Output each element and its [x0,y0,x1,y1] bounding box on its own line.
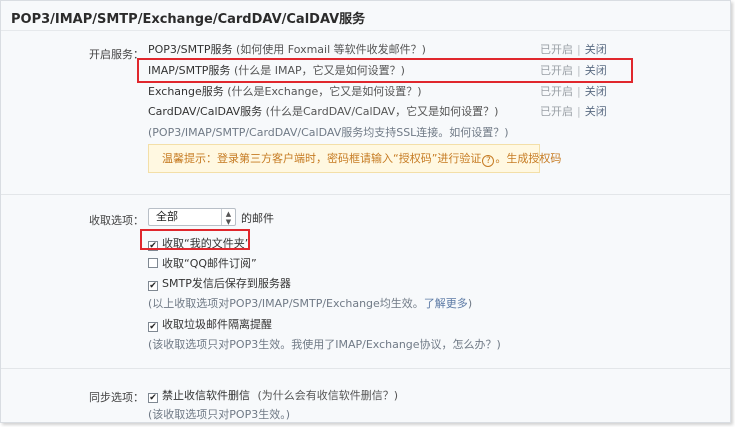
service-status: 已开启 | 关闭 [540,41,607,57]
select-arrows-icon: ▲ ▼ [221,209,235,226]
select-value: 全部 [156,210,178,223]
tip-period: 。 [495,152,507,165]
service-status: 已开启 | 关闭 [540,103,607,119]
select-suffix: 的邮件 [241,212,274,225]
services-label: 开启服务： [89,48,144,61]
tip-banner: 温馨提示：登录第三方客户端时，密码框请输入“授权码”进行验证? 。生成授权码 [148,144,561,173]
option-spam-reminder[interactable]: ✔ 收取垃圾邮件隔离提醒 [148,316,272,332]
sync-note: (该收取选项只对POP3生效。) [148,408,291,421]
service-row-pop3: POP3/SMTP服务 (如何使用 Foxmail 等软件收发邮件？) 已开启 |… [148,41,618,57]
receive-scope-select[interactable]: 全部 ▲ ▼ [148,208,236,226]
note-end: ) [467,297,473,310]
service-status: 已开启 | 关闭 [540,83,607,99]
status-enabled: 已开启 [540,105,573,118]
checkbox-checked-icon[interactable]: ✔ [148,393,158,403]
status-separator: | [577,105,581,118]
service-row-exchange: Exchange服务 (什么是Exchange，它又是如何设置？) 已开启 | 关闭 [148,83,618,99]
learn-more-link[interactable]: 了解更多 [424,297,468,310]
title-divider [1,30,730,31]
service-name: CardDAV/CalDAV服务 [148,105,263,118]
my-folders-highlight-box [140,229,250,250]
generate-auth-code-link[interactable]: 生成授权码 [506,152,561,165]
service-name: POP3/SMTP服务 [148,43,233,56]
status-enabled: 已开启 [540,85,573,98]
receive-note: (以上收取选项对POP3/IMAP/SMTP/Exchange均生效。了解更多) [148,295,472,311]
option-smtp-save[interactable]: ✔ SMTP发信后保存到服务器 [148,275,291,291]
option-qq-subscription[interactable]: 收取“QQ邮件订阅” [148,255,257,270]
receive-label: 收取选项： [89,214,144,227]
page-title: POP3/IMAP/SMTP/Exchange/CardDAV/CalDAV服务 [11,12,366,27]
option-label: 收取“QQ邮件订阅” [162,257,257,270]
service-name: Exchange服务 [148,85,224,98]
service-help-link[interactable]: (什么是CardDAV/CalDAV，它又是如何设置？) [266,105,499,118]
sync-label: 同步选项： [89,391,144,404]
option-label: 收取垃圾邮件隔离提醒 [162,318,272,331]
status-separator: | [577,85,581,98]
disable-button[interactable]: 关闭 [585,105,607,118]
checkbox-checked-icon[interactable]: ✔ [148,281,158,291]
status-separator: | [577,43,581,56]
service-help-link[interactable]: (如何使用 Foxmail 等软件收发邮件？) [236,43,426,56]
imap-highlight-box [137,58,633,83]
disable-button[interactable]: 关闭 [585,85,607,98]
checkbox-unchecked-icon[interactable] [148,258,158,268]
ssl-note[interactable]: (POP3/IMAP/SMTP/CardDAV/CalDAV服务均支持SSL连接… [148,124,509,140]
option-label: 禁止收信软件删信 [162,389,250,402]
service-help-link[interactable]: (什么是Exchange，它又是如何设置？) [227,85,421,98]
status-enabled: 已开启 [540,43,573,56]
section-divider [1,368,730,369]
service-row-carddav: CardDAV/CalDAV服务 (什么是CardDAV/CalDAV，它又是如… [148,103,618,119]
settings-panel: POP3/IMAP/SMTP/Exchange/CardDAV/CalDAV服务… [0,0,731,423]
note-text: (以上收取选项对POP3/IMAP/SMTP/Exchange均生效。 [148,297,424,310]
section-divider [1,194,730,195]
pop3-only-note[interactable]: (该收取选项只对POP3生效。我使用了IMAP/Exchange协议，怎么办？) [148,336,501,352]
option-label: SMTP发信后保存到服务器 [162,277,291,290]
forbid-delete-help-link[interactable]: (为什么会有收信软件删信？) [258,389,399,402]
help-icon[interactable]: ? [482,155,495,167]
option-forbid-delete[interactable]: ✔ 禁止收信软件删信 (为什么会有收信软件删信？) [148,387,399,403]
disable-button[interactable]: 关闭 [585,43,607,56]
tip-text: 温馨提示：登录第三方客户端时，密码框请输入“授权码”进行验证 [162,152,482,165]
checkbox-checked-icon[interactable]: ✔ [148,322,158,332]
